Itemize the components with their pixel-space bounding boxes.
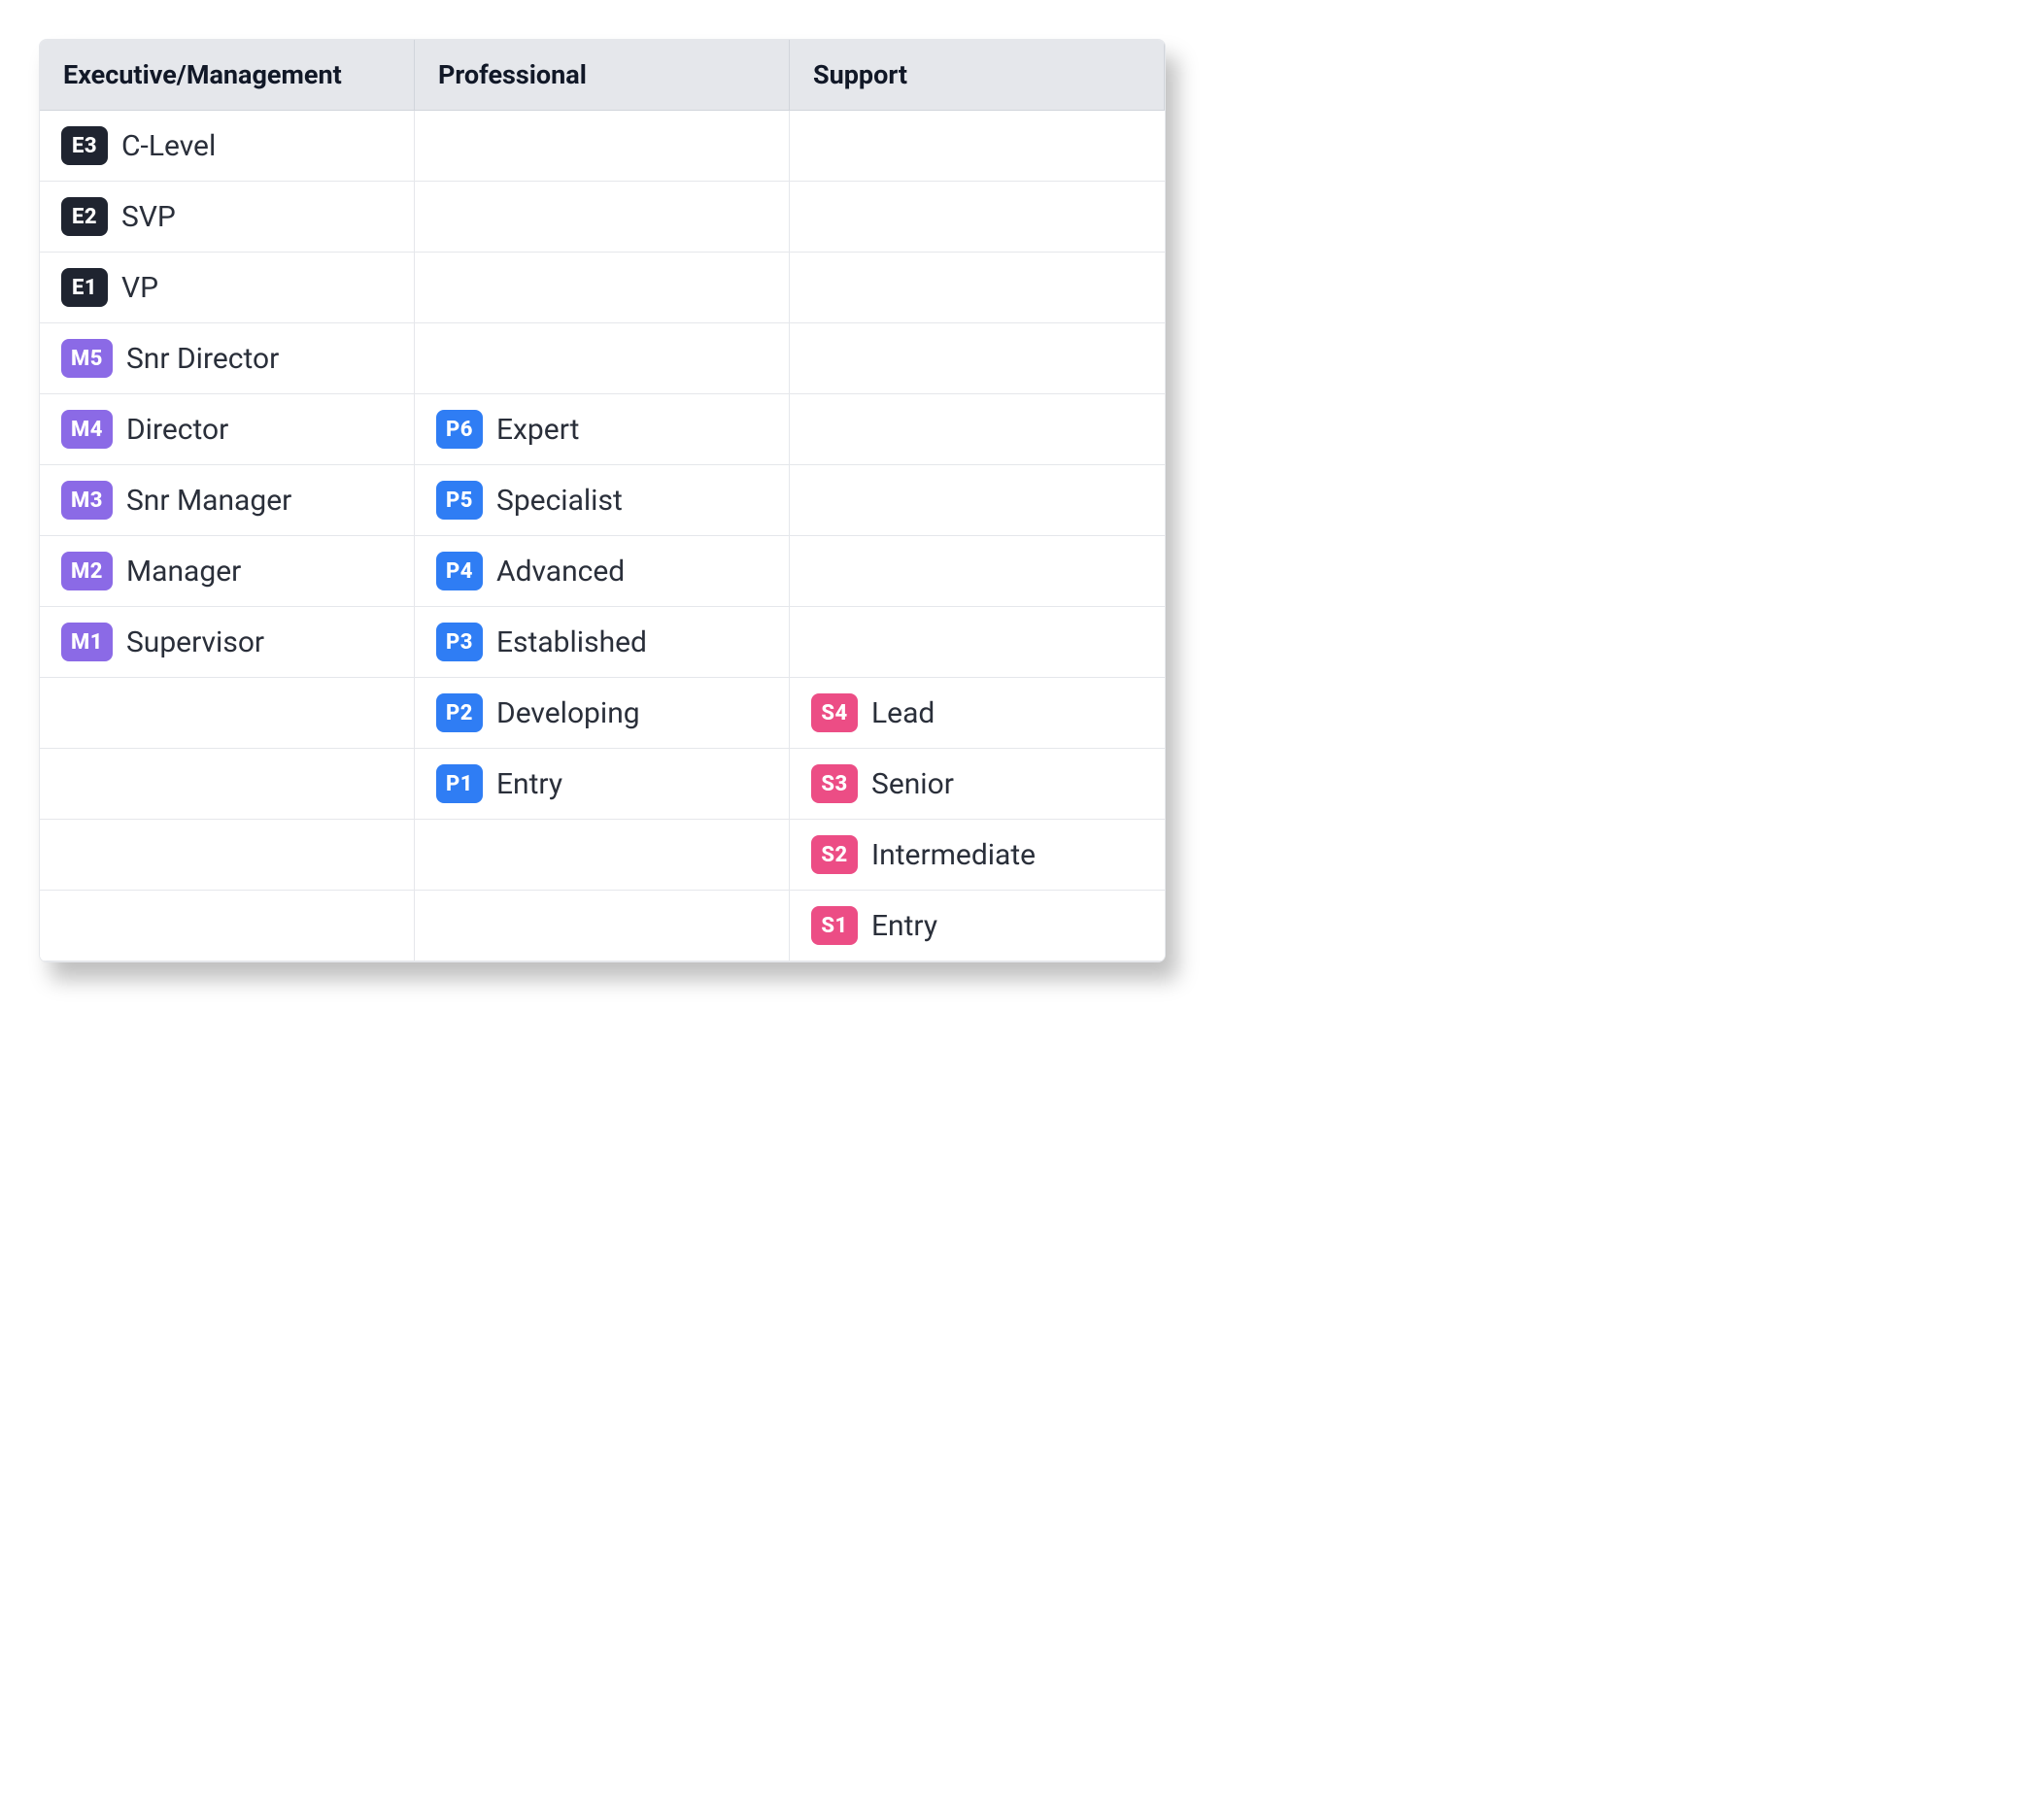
level-cell: [415, 820, 790, 891]
level-badge: S2: [811, 835, 858, 874]
level-cell: P5 Specialist: [415, 465, 790, 536]
level-cell: [790, 607, 1165, 678]
level-label: Intermediate: [871, 838, 1036, 872]
level-cell: P3 Established: [415, 607, 790, 678]
level-cell: M5 Snr Director: [40, 323, 415, 394]
levels-table: Executive/ManagementProfessionalSupport E…: [39, 39, 1166, 962]
level-cell: [790, 394, 1165, 465]
level-cell: [415, 323, 790, 394]
level-label: SVP: [121, 200, 176, 234]
level-cell: P1 Entry: [415, 749, 790, 820]
level-label: C-Level: [121, 129, 216, 163]
level-badge: M1: [61, 623, 113, 661]
level-badge: E1: [61, 268, 108, 307]
level-label: Snr Manager: [126, 484, 291, 518]
level-label: Lead: [871, 696, 935, 730]
level-badge: P3: [436, 623, 483, 661]
column-header: Professional: [415, 40, 790, 111]
level-cell: [40, 820, 415, 891]
level-label: Established: [496, 625, 647, 659]
level-badge: E3: [61, 126, 108, 165]
level-cell: M2 Manager: [40, 536, 415, 607]
level-cell: [790, 323, 1165, 394]
level-cell: S1 Entry: [790, 891, 1165, 961]
level-cell: [40, 749, 415, 820]
level-badge: M5: [61, 339, 113, 378]
level-badge: P2: [436, 693, 483, 732]
level-badge: P1: [436, 764, 483, 803]
level-cell: [415, 182, 790, 253]
level-cell: E2 SVP: [40, 182, 415, 253]
level-cell: E1 VP: [40, 253, 415, 323]
level-cell: [790, 253, 1165, 323]
level-cell: [790, 182, 1165, 253]
level-label: Entry: [871, 909, 937, 943]
level-label: Manager: [126, 555, 241, 589]
level-cell: [790, 536, 1165, 607]
level-cell: [415, 253, 790, 323]
level-badge: E2: [61, 197, 108, 236]
level-cell: S2 Intermediate: [790, 820, 1165, 891]
level-cell: P6 Expert: [415, 394, 790, 465]
level-label: Specialist: [496, 484, 623, 518]
level-badge: S1: [811, 906, 858, 945]
level-cell: P2 Developing: [415, 678, 790, 749]
level-cell: [40, 678, 415, 749]
level-label: Developing: [496, 696, 640, 730]
level-cell: [790, 465, 1165, 536]
level-cell: E3 C-Level: [40, 111, 415, 182]
level-label: Supervisor: [126, 625, 264, 659]
level-badge: S3: [811, 764, 858, 803]
level-label: Entry: [496, 767, 562, 801]
level-cell: M4 Director: [40, 394, 415, 465]
level-label: Director: [126, 413, 228, 447]
level-badge: P4: [436, 552, 483, 590]
level-badge: M3: [61, 481, 113, 520]
level-cell: S4 Lead: [790, 678, 1165, 749]
column-header: Support: [790, 40, 1165, 111]
level-label: Snr Director: [126, 342, 279, 376]
level-cell: [415, 111, 790, 182]
level-cell: M1 Supervisor: [40, 607, 415, 678]
level-label: Senior: [871, 767, 954, 801]
level-badge: P5: [436, 481, 483, 520]
level-label: Expert: [496, 413, 579, 447]
level-label: Advanced: [496, 555, 625, 589]
level-badge: P6: [436, 410, 483, 449]
level-cell: [40, 891, 415, 961]
level-badge: S4: [811, 693, 858, 732]
level-cell: P4 Advanced: [415, 536, 790, 607]
level-label: VP: [121, 271, 158, 305]
level-cell: M3 Snr Manager: [40, 465, 415, 536]
level-badge: M4: [61, 410, 113, 449]
level-badge: M2: [61, 552, 113, 590]
column-header: Executive/Management: [40, 40, 415, 111]
level-cell: S3 Senior: [790, 749, 1165, 820]
level-cell: [415, 891, 790, 961]
level-cell: [790, 111, 1165, 182]
